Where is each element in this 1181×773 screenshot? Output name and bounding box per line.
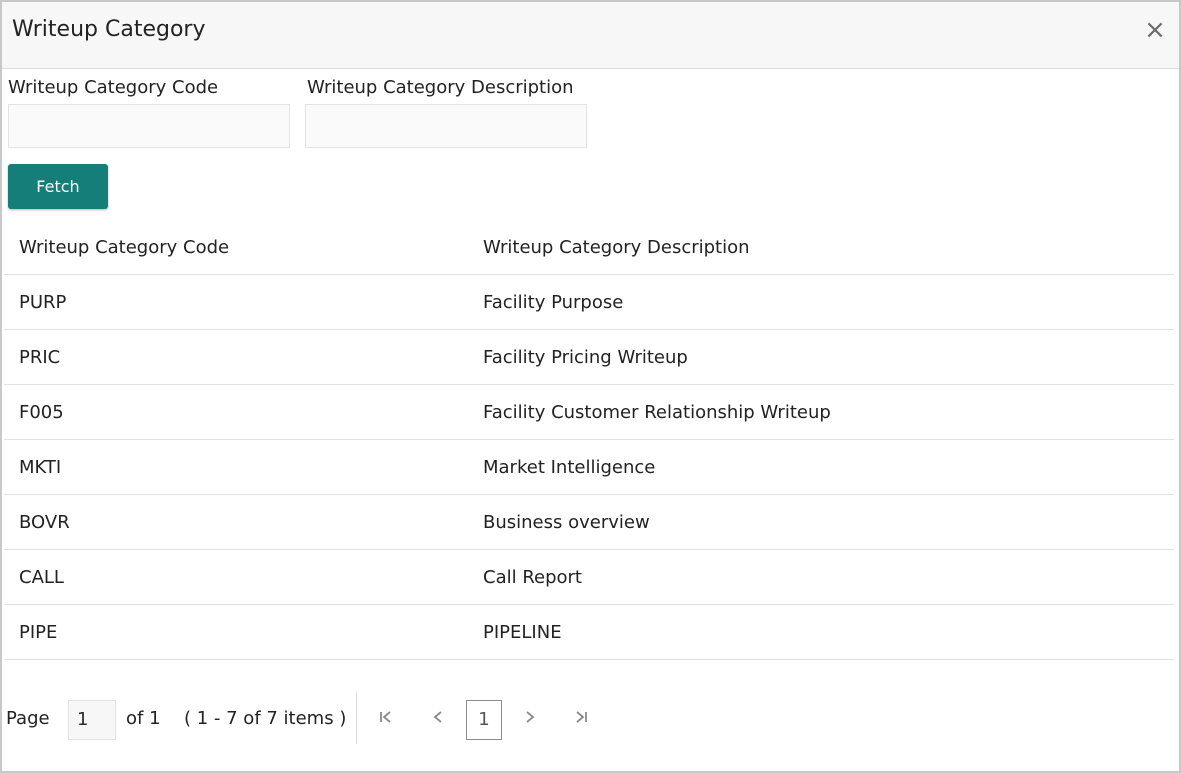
description-field-label: Writeup Category Description [307, 77, 574, 98]
row-description-cell: Facility Purpose [483, 291, 624, 313]
table-row[interactable]: PURP Facility Purpose [4, 275, 1174, 330]
table-row[interactable]: PRIC Facility Pricing Writeup [4, 330, 1174, 385]
table-row[interactable]: MKTI Market Intelligence [4, 440, 1174, 495]
pager-divider [356, 692, 357, 744]
row-code-cell: BOVR [19, 511, 70, 533]
dialog-header: Writeup Category × [2, 2, 1179, 69]
row-code-cell: PURP [19, 291, 67, 313]
current-page-button[interactable]: 1 [466, 700, 502, 740]
row-code-cell: F005 [19, 401, 64, 423]
close-icon[interactable]: × [1143, 16, 1167, 44]
next-page-icon[interactable] [518, 706, 542, 734]
table-row[interactable]: CALL Call Report [4, 550, 1174, 605]
last-page-icon[interactable] [569, 706, 593, 734]
first-page-icon[interactable] [374, 706, 398, 734]
row-description-cell: Business overview [483, 511, 650, 533]
writeup-category-dialog: Writeup Category × Writeup Category Code… [0, 0, 1181, 773]
table-header-row: Writeup Category Code Writeup Category D… [4, 220, 1174, 275]
table-row[interactable]: PIPE PIPELINE [4, 605, 1174, 660]
code-input[interactable] [8, 104, 290, 148]
page-number-input[interactable]: 1 [68, 700, 116, 740]
row-description-cell: Market Intelligence [483, 456, 656, 478]
dialog-title: Writeup Category [12, 17, 206, 42]
column-header-code: Writeup Category Code [19, 236, 230, 258]
table-row[interactable]: F005 Facility Customer Relationship Writ… [4, 385, 1174, 440]
row-description-cell: PIPELINE [483, 621, 562, 643]
code-field-label: Writeup Category Code [8, 77, 219, 98]
row-description-cell: Facility Customer Relationship Writeup [483, 401, 831, 423]
pagination-bar: Page 1 of 1 ( 1 - 7 of 7 items ) 1 [2, 692, 702, 748]
column-header-description: Writeup Category Description [483, 236, 750, 258]
row-code-cell: PIPE [19, 621, 58, 643]
table-row[interactable]: BOVR Business overview [4, 495, 1174, 550]
row-code-cell: PRIC [19, 346, 61, 368]
row-code-cell: CALL [19, 566, 64, 588]
description-input[interactable] [305, 104, 587, 148]
page-label: Page [6, 708, 50, 729]
row-description-cell: Call Report [483, 566, 582, 588]
items-summary: ( 1 - 7 of 7 items ) [184, 708, 347, 729]
page-count-label: of 1 [126, 708, 161, 729]
row-code-cell: MKTI [19, 456, 62, 478]
previous-page-icon[interactable] [426, 706, 450, 734]
fetch-button[interactable]: Fetch [8, 164, 108, 209]
results-table: Writeup Category Code Writeup Category D… [4, 220, 1174, 660]
row-description-cell: Facility Pricing Writeup [483, 346, 688, 368]
